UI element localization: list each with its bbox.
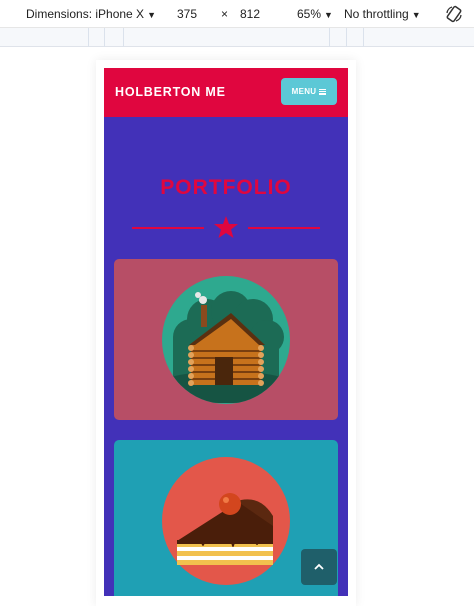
divider-line-right (248, 227, 320, 229)
times-icon: × (221, 7, 229, 21)
cake-slice-icon (162, 457, 290, 585)
portfolio-item[interactable] (114, 259, 338, 420)
brand-logo[interactable]: HOLBERTON ME (115, 85, 226, 99)
rotate-device-icon[interactable] (444, 4, 464, 24)
width-input[interactable]: 375 (177, 7, 197, 21)
ruler-tick (329, 28, 330, 47)
device-dimensions-select[interactable]: Dimensions: iPhone X ▼ (26, 7, 156, 21)
devtools-device-toolbar: Dimensions: iPhone X ▼ 375 × 812 65% ▼ No … (0, 0, 474, 47)
device-dimensions-label: Dimensions: iPhone X (26, 7, 145, 21)
log-cabin-icon (162, 276, 290, 404)
ruler-tick (88, 28, 89, 47)
ruler-tick (104, 28, 105, 47)
device-viewport: HOLBERTON ME MENU PORTFOLIO (104, 68, 348, 596)
menu-button-label: MENU (291, 87, 317, 96)
chevron-down-icon: ▼ (324, 10, 333, 20)
ruler-tick (346, 28, 347, 47)
menu-button[interactable]: MENU (281, 78, 337, 105)
throttling-select[interactable]: No throttling ▼ (344, 7, 421, 21)
chevron-down-icon: ▼ (411, 10, 421, 20)
media-query-ruler[interactable] (0, 28, 474, 47)
star-icon (214, 216, 238, 238)
zoom-select[interactable]: 65% ▼ (297, 7, 333, 21)
section-title: PORTFOLIO (160, 176, 292, 199)
height-input[interactable]: 812 (240, 7, 260, 21)
ruler-tick (363, 28, 364, 47)
chevron-up-icon (314, 563, 324, 570)
ruler-tick (123, 28, 124, 47)
device-toolbar: Dimensions: iPhone X ▼ 375 × 812 65% ▼ No … (0, 0, 474, 28)
hamburger-icon (319, 88, 327, 95)
divider-line-left (132, 227, 204, 229)
scroll-to-top-button[interactable] (301, 549, 337, 585)
chevron-down-icon: ▼ (147, 10, 156, 20)
throttling-label: No throttling (344, 7, 409, 21)
navbar: HOLBERTON ME MENU (104, 68, 348, 117)
zoom-label: 65% (297, 7, 322, 21)
